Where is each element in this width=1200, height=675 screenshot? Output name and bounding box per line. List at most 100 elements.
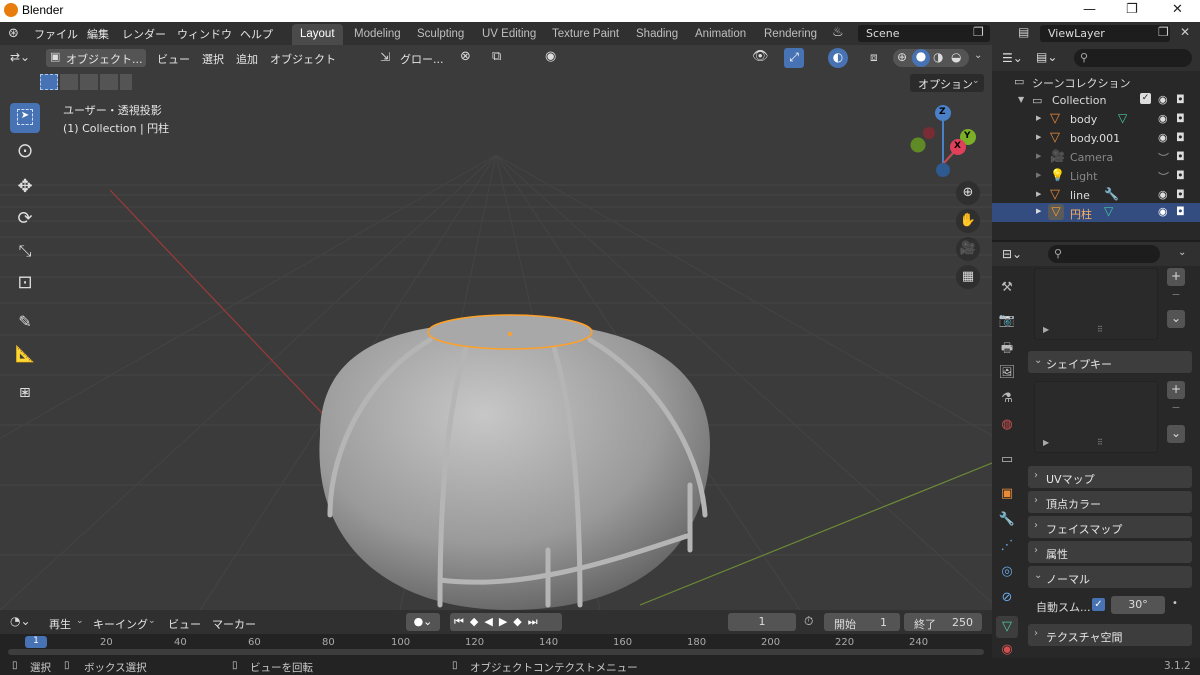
shape-key-remove-button[interactable]: − [1167, 401, 1185, 414]
timeline-scrollbar[interactable] [8, 649, 984, 655]
shape-key-specials-button[interactable]: ⌄ [1167, 425, 1185, 443]
add-cube-tool-icon[interactable]: ⧆ [10, 377, 40, 407]
current-frame-field[interactable]: 1 [728, 613, 796, 631]
start-frame-field[interactable]: 開始 1 [824, 613, 900, 631]
camera-render-icon[interactable]: ◘ [1176, 93, 1185, 106]
gizmo-toggle-icon[interactable]: ⤢ [784, 48, 804, 68]
collapse-arrow-icon[interactable]: ▶ [1036, 171, 1041, 179]
camera-render-icon[interactable]: ◘ [1176, 169, 1185, 182]
collection-tab-icon[interactable]: ▭ [998, 452, 1016, 470]
eye-closed-icon[interactable]: ︶ [1158, 150, 1169, 166]
close-button[interactable]: ✕ [1172, 2, 1183, 17]
mode-dropdown[interactable]: ▣ オブジェクト... [46, 49, 146, 67]
menu-select[interactable]: 選択 [202, 51, 224, 67]
tab-texture-paint[interactable]: Texture Paint [544, 24, 627, 45]
tab-sculpting[interactable]: Sculpting [409, 24, 472, 45]
scene-tab-icon[interactable]: ⚗ [998, 391, 1016, 409]
shape-key-add-button[interactable]: + [1167, 381, 1185, 399]
scene-icon[interactable]: ♨ [832, 25, 844, 40]
camera-render-icon[interactable]: ◘ [1176, 131, 1185, 144]
object-tab-icon[interactable]: ▣ [998, 486, 1016, 504]
stopwatch-icon[interactable]: ⏱ [804, 614, 813, 629]
properties-options-icon[interactable]: ⌄ [1178, 247, 1186, 258]
tab-rendering[interactable]: Rendering [756, 24, 825, 45]
shading-options-icon[interactable]: ⌄ [974, 50, 982, 61]
transform-orientation[interactable]: グロー... [400, 51, 444, 67]
end-frame-field[interactable]: 終了 250 [904, 613, 982, 631]
keyframe-dot-icon[interactable]: • [1172, 598, 1178, 609]
xray-icon[interactable]: ⧈ [870, 50, 878, 65]
menu-render[interactable]: レンダー [122, 26, 166, 42]
transform-tool-icon[interactable]: ⊡ [10, 268, 40, 298]
select-extend-icon[interactable] [60, 74, 78, 90]
world-tab-icon[interactable]: ◍ [998, 417, 1016, 435]
camera-view-icon[interactable]: 🎥 [956, 237, 980, 261]
viewlayer-field[interactable]: ViewLayer [1040, 25, 1170, 42]
modifier-tab-icon[interactable]: 🔧 [998, 512, 1016, 530]
properties-search-input[interactable]: ⚲ [1048, 245, 1160, 263]
tab-uv-editing[interactable]: UV Editing [474, 24, 544, 45]
scene-new-icon[interactable]: ❐ [973, 25, 984, 39]
scale-tool-icon[interactable]: ⤡ [10, 236, 40, 266]
tab-modeling[interactable]: Modeling [346, 24, 409, 45]
view-layer-tab-icon[interactable]: 🖼 [998, 365, 1016, 383]
vertex-group-add-button[interactable]: + [1167, 268, 1185, 286]
overlay-toggle-icon[interactable]: ◐ [828, 48, 848, 68]
tool-select-box[interactable]: ➤ [10, 103, 40, 133]
vertex-groups-list[interactable]: ▶ ⠿ [1034, 268, 1158, 340]
menu-playback[interactable]: 再生 [49, 616, 71, 632]
outliner-item-light[interactable]: ▶ 💡 Light ︶ ◘ [992, 167, 1200, 186]
rendered-shading-icon[interactable]: ◒ [951, 50, 961, 64]
pan-hand-icon[interactable]: ✋ [956, 209, 980, 233]
display-mode-icon[interactable]: ▤⌄ [1036, 50, 1057, 64]
cursor-tool-icon[interactable]: ⊙ [10, 135, 40, 165]
panel-shape-keys[interactable]: ⌄ シェイプキー [1028, 351, 1192, 373]
tab-layout[interactable]: Layout [292, 24, 343, 45]
tab-animation[interactable]: Animation [687, 24, 754, 45]
pivot-icon[interactable]: ⊗ [460, 49, 471, 64]
collapse-arrow-icon[interactable]: ▶ [1036, 190, 1041, 198]
snap-icon[interactable]: ⧉ [492, 49, 501, 64]
select-new-icon[interactable] [40, 74, 58, 90]
collapse-arrow-icon[interactable]: ▶ [1036, 207, 1041, 215]
menu-view[interactable]: ビュー [157, 51, 190, 67]
output-tab-icon[interactable]: 🖶 [998, 339, 1016, 357]
menu-edit[interactable]: 編集 [87, 26, 109, 42]
rotate-tool-icon[interactable]: ⟳ [10, 204, 40, 234]
visibility-icon[interactable]: 👁 [752, 49, 769, 64]
timeline-editor-icon[interactable]: ◔⌄ [10, 614, 31, 628]
proportional-edit-icon[interactable]: ◉ [545, 49, 556, 64]
select-subtract-icon[interactable] [80, 74, 98, 90]
outliner-item-cylinder-selected[interactable]: ▶ ▽ 円柱 ▽ ◉ ◘ [992, 203, 1200, 222]
shape-keys-list[interactable]: ▶ ⠿ [1034, 381, 1158, 453]
panel-uv-maps[interactable]: › UVマップ [1028, 466, 1192, 488]
select-invert-icon[interactable] [100, 74, 118, 90]
wireframe-shading-icon[interactable]: ⊕ [897, 50, 907, 64]
move-tool-icon[interactable]: ✥ [10, 172, 40, 202]
list-expand-icon[interactable]: ▶ [1043, 325, 1049, 334]
vertex-group-remove-button[interactable]: − [1167, 288, 1185, 301]
exclude-checkbox[interactable]: ✓ [1140, 93, 1151, 104]
viewlayer-icon[interactable]: ▤ [1018, 25, 1029, 39]
eye-icon[interactable]: ◉ [1158, 205, 1168, 218]
tab-shading[interactable]: Shading [628, 24, 686, 45]
options-dropdown[interactable]: オプション ⌄ [910, 74, 984, 92]
tool-tab-icon[interactable]: ⚒ [998, 280, 1016, 298]
menu-window[interactable]: ウィンドウ [177, 26, 232, 42]
blender-menu-icon[interactable]: ⊛ [8, 26, 19, 41]
zoom-icon[interactable]: ⊕ [956, 181, 980, 205]
minimize-button[interactable]: — [1083, 2, 1096, 17]
maximize-button[interactable]: ❐ [1126, 2, 1138, 17]
outliner-item-body[interactable]: ▶ ▽ body ▽ ◉ ◘ [992, 110, 1200, 129]
record-icon[interactable]: ●⌄ [406, 613, 440, 631]
playback-controls[interactable]: ⏮◆◀▶◆⏭ [450, 613, 562, 631]
outliner-editor-icon[interactable]: ☰⌄ [1002, 51, 1023, 65]
eye-icon[interactable]: ◉ [1158, 131, 1168, 144]
collapse-arrow-icon[interactable]: ▶ [1036, 114, 1041, 122]
vertex-group-specials-button[interactable]: ⌄ [1167, 310, 1185, 328]
timeline-ruler[interactable]: 1 20 40 60 80 100 120 140 160 180 200 22… [0, 634, 992, 658]
panel-normals[interactable]: ⌄ ノーマル [1028, 566, 1192, 588]
eye-icon[interactable]: ◉ [1158, 93, 1168, 106]
panel-texture-space[interactable]: › テクスチャ空間 [1028, 624, 1192, 646]
ortho-grid-icon[interactable]: ▦ [956, 265, 980, 289]
